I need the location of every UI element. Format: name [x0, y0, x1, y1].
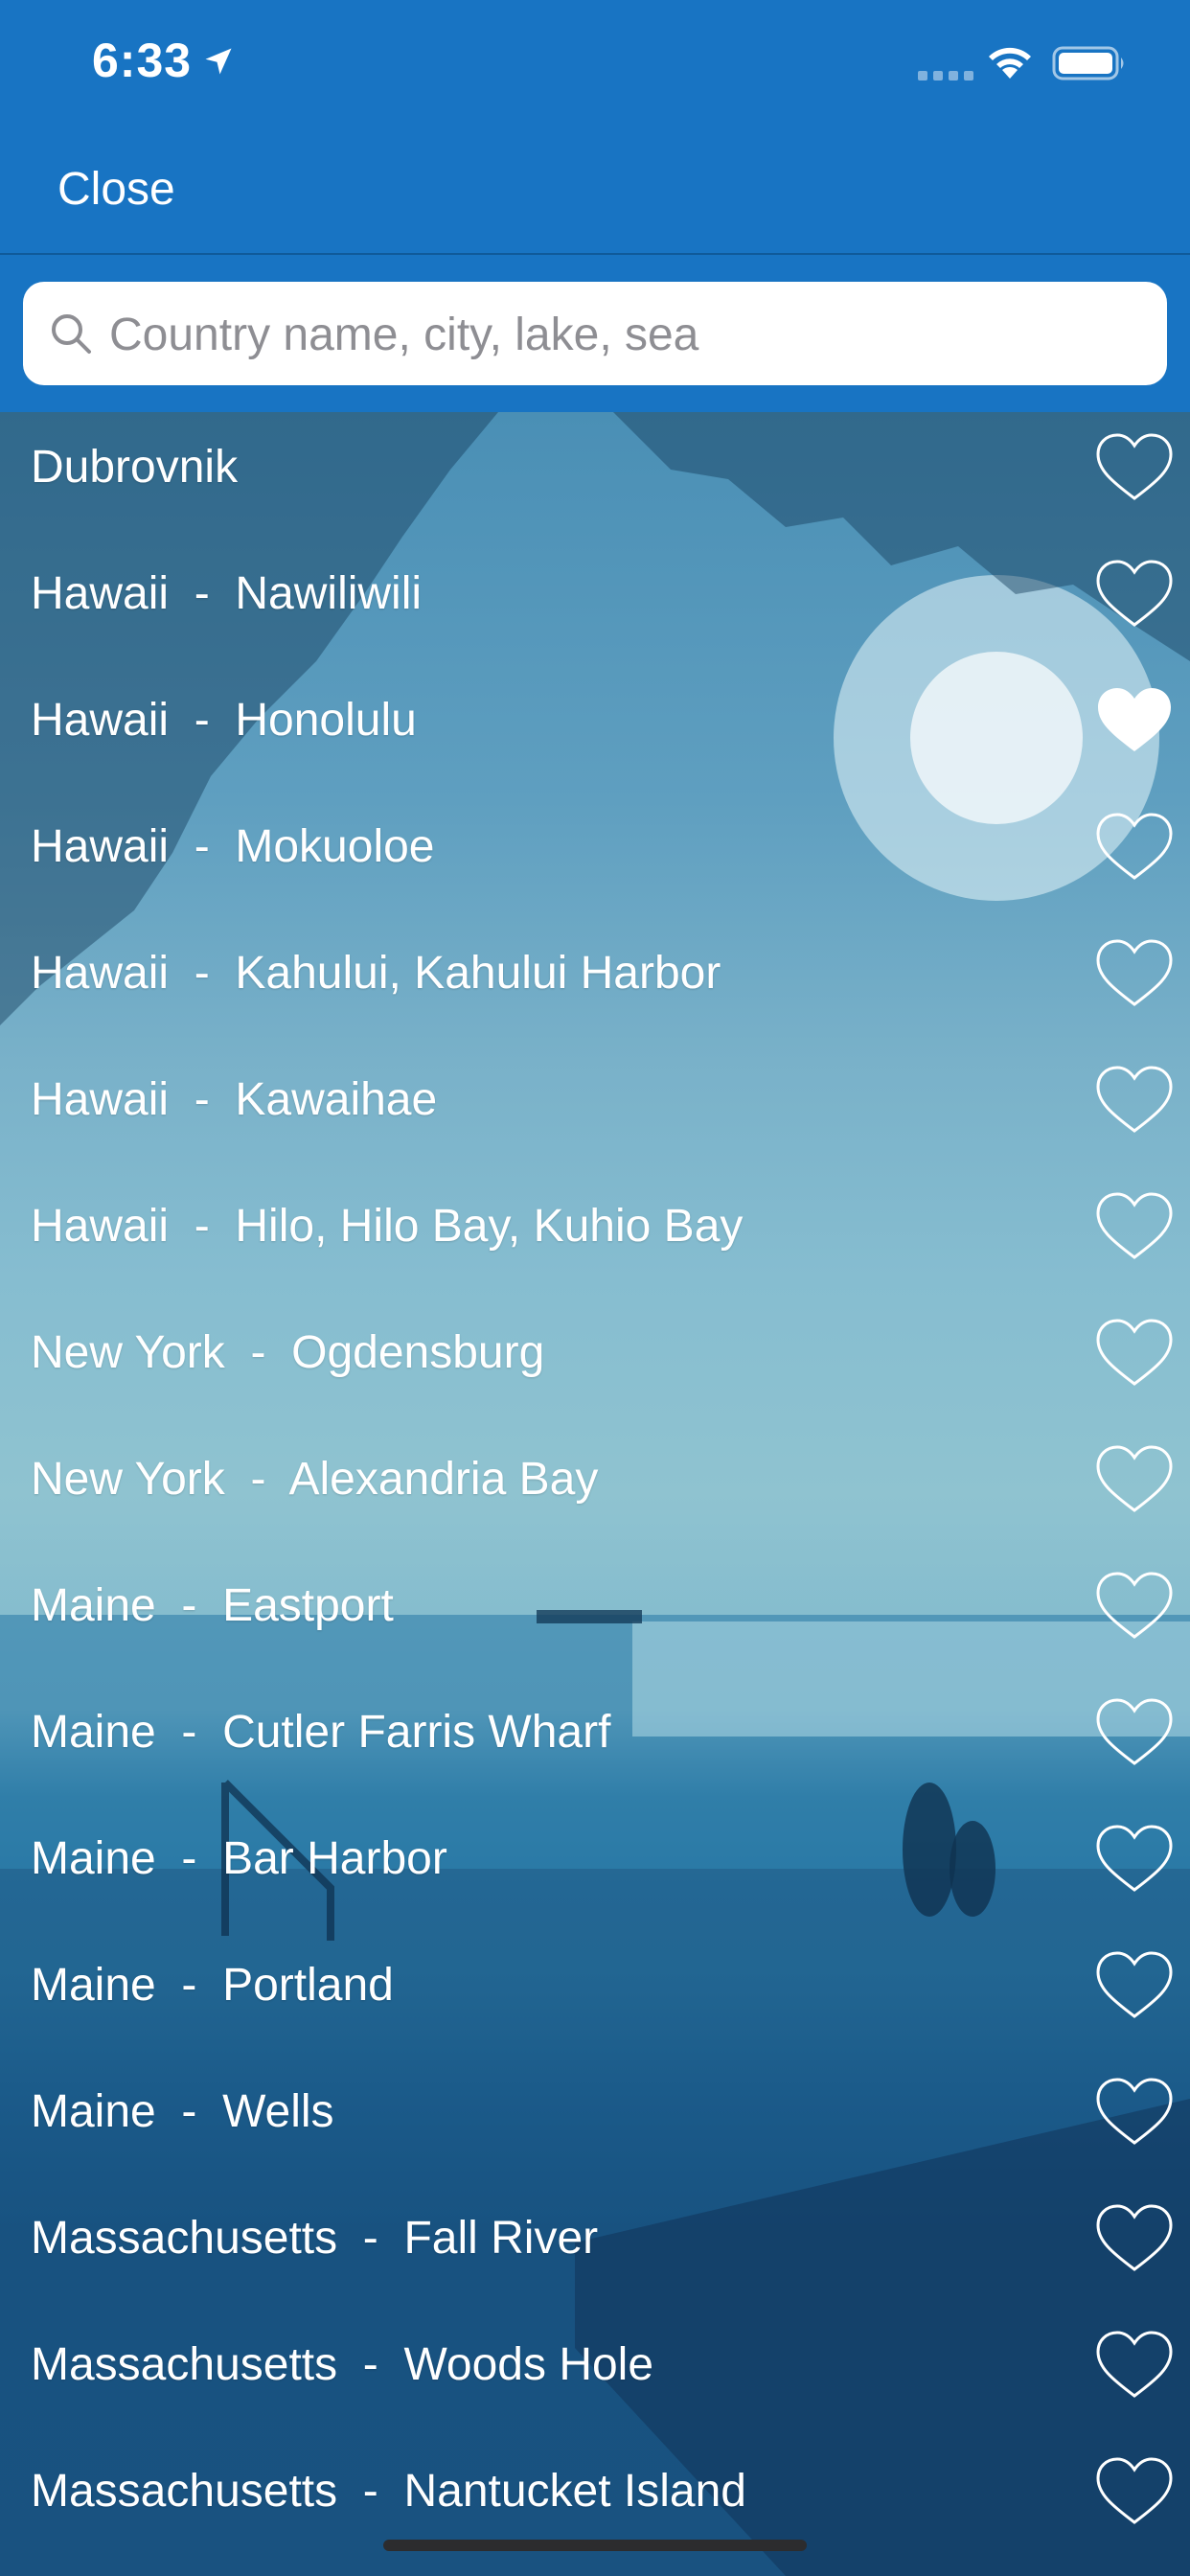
- location-label: Maine - Bar Harbor: [31, 1833, 447, 1884]
- list-item[interactable]: Hawaii - Kahului, Kahului Harbor: [0, 918, 1190, 1045]
- list-item[interactable]: Maine - Wells: [0, 2057, 1190, 2183]
- screen: 6:33 Close Country name, city, lake, sea…: [0, 0, 1190, 2576]
- list-item[interactable]: Hawaii - Kawaihae: [0, 1045, 1190, 1171]
- heart-outline-icon[interactable]: [1092, 2453, 1177, 2530]
- location-label: Maine - Cutler Farris Wharf: [31, 1707, 611, 1758]
- heart-outline-icon[interactable]: [1092, 809, 1177, 886]
- search-input[interactable]: [107, 282, 1146, 387]
- heart-outline-icon[interactable]: [1092, 429, 1177, 506]
- header: 6:33 Close: [0, 0, 1190, 412]
- close-button[interactable]: Close: [57, 163, 175, 216]
- location-label: Massachusetts - Nantucket Island: [31, 2466, 746, 2517]
- list-item[interactable]: Dubrovnik: [0, 412, 1190, 539]
- list-item[interactable]: Hawaii - Nawiliwili: [0, 539, 1190, 665]
- location-label: Hawaii - Mokuoloe: [31, 821, 435, 872]
- location-label: Hawaii - Nawiliwili: [31, 568, 423, 619]
- list-item[interactable]: Maine - Cutler Farris Wharf: [0, 1677, 1190, 1804]
- location-label: Maine - Wells: [31, 2086, 334, 2137]
- navigation-bar: Close: [0, 134, 1190, 255]
- search-icon: [52, 314, 91, 354]
- list-item[interactable]: Hawaii - Hilo, Hilo Bay, Kuhio Bay: [0, 1171, 1190, 1298]
- list-item[interactable]: New York - Alexandria Bay: [0, 1424, 1190, 1551]
- list-item[interactable]: New York - Ogdensburg: [0, 1298, 1190, 1424]
- location-label: Maine - Eastport: [31, 1580, 394, 1631]
- heart-outline-icon[interactable]: [1092, 1062, 1177, 1138]
- list-item[interactable]: Maine - Portland: [0, 1930, 1190, 2057]
- location-label: New York - Alexandria Bay: [31, 1454, 599, 1505]
- location-label: Hawaii - Kawaihae: [31, 1074, 438, 1125]
- status-time: 6:33: [92, 34, 193, 87]
- heart-filled-icon[interactable]: [1092, 682, 1177, 759]
- location-label: Dubrovnik: [31, 442, 239, 493]
- list-item[interactable]: Hawaii - Honolulu: [0, 665, 1190, 792]
- list-item[interactable]: Hawaii - Mokuoloe: [0, 792, 1190, 918]
- cellular-signal-icon: [918, 71, 973, 80]
- location-label: Hawaii - Kahului, Kahului Harbor: [31, 948, 721, 999]
- heart-outline-icon[interactable]: [1092, 1441, 1177, 1518]
- heart-outline-icon[interactable]: [1092, 556, 1177, 632]
- heart-outline-icon[interactable]: [1092, 1821, 1177, 1898]
- location-arrow-icon: [205, 48, 232, 75]
- heart-outline-icon[interactable]: [1092, 2327, 1177, 2404]
- location-list: Dubrovnik Hawaii - Nawiliwili Hawaii - Hon…: [0, 412, 1190, 2563]
- list-item[interactable]: Maine - Eastport: [0, 1551, 1190, 1677]
- heart-outline-icon[interactable]: [1092, 1315, 1177, 1392]
- list-item[interactable]: Massachusetts - Fall River: [0, 2183, 1190, 2310]
- list-item[interactable]: Maine - Bar Harbor: [0, 1804, 1190, 1930]
- search-bar[interactable]: [23, 282, 1167, 387]
- heart-outline-icon[interactable]: [1092, 1188, 1177, 1265]
- heart-outline-icon[interactable]: [1092, 1947, 1177, 2024]
- heart-outline-icon[interactable]: [1092, 2074, 1177, 2150]
- heart-outline-icon[interactable]: [1092, 935, 1177, 1012]
- location-label: Hawaii - Honolulu: [31, 695, 417, 746]
- location-label: Hawaii - Hilo, Hilo Bay, Kuhio Bay: [31, 1201, 744, 1252]
- home-indicator[interactable]: [383, 2540, 807, 2551]
- wifi-icon: [989, 47, 1031, 79]
- list-item[interactable]: Massachusetts - Woods Hole: [0, 2310, 1190, 2436]
- battery-full-icon: [1052, 46, 1124, 80]
- heart-outline-icon[interactable]: [1092, 2200, 1177, 2277]
- location-label: Massachusetts - Fall River: [31, 2213, 599, 2264]
- heart-outline-icon[interactable]: [1092, 1694, 1177, 1771]
- status-bar: 6:33: [0, 0, 1190, 134]
- location-label: Massachusetts - Woods Hole: [31, 2339, 654, 2390]
- heart-outline-icon[interactable]: [1092, 1568, 1177, 1644]
- location-label: New York - Ogdensburg: [31, 1327, 545, 1378]
- location-label: Maine - Portland: [31, 1960, 394, 2011]
